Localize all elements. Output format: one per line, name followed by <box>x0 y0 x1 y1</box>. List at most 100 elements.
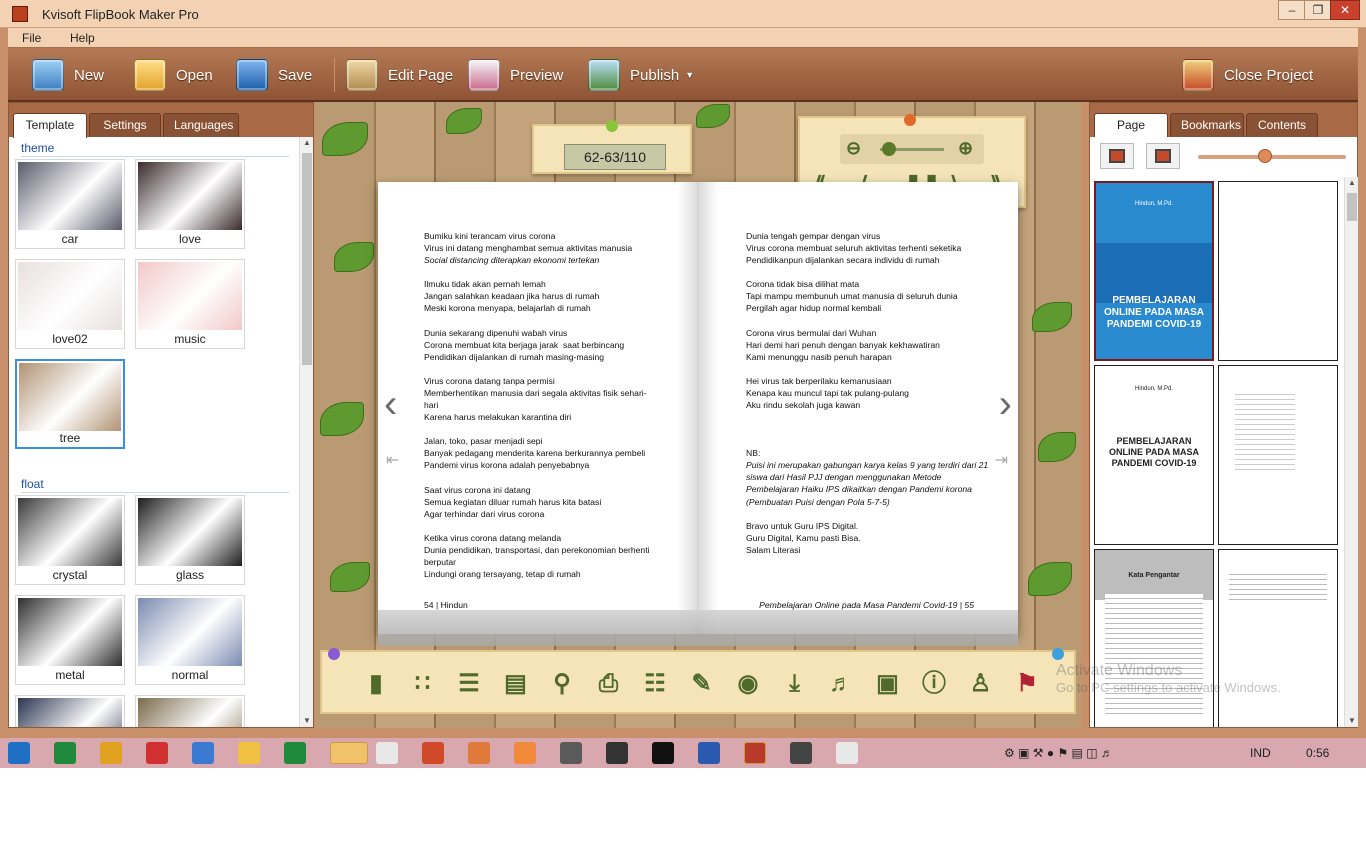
tab-template[interactable]: Template <box>13 113 87 138</box>
camera-icon[interactable] <box>652 742 674 764</box>
record-icon[interactable] <box>146 742 168 764</box>
scroll-up-icon[interactable]: ▲ <box>1345 177 1359 189</box>
page-thumb-foreword[interactable]: Kata Pengantar <box>1094 549 1214 727</box>
template-item[interactable] <box>15 695 125 727</box>
powerpoint-icon[interactable] <box>422 742 444 764</box>
capture-icon[interactable] <box>514 742 536 764</box>
contents-icon[interactable]: ☰ <box>455 670 483 698</box>
template-music[interactable]: music <box>135 259 245 349</box>
template-glass[interactable]: glass <box>135 495 245 585</box>
fullscreen-icon[interactable]: ▣ <box>874 670 902 698</box>
tab-settings[interactable]: Settings <box>89 113 161 137</box>
menu-file[interactable]: File <box>22 31 41 45</box>
minimize-button[interactable]: – <box>1278 0 1306 20</box>
tab-bookmarks[interactable]: Bookmarks <box>1170 113 1244 137</box>
paint-icon[interactable] <box>468 742 490 764</box>
window-icon[interactable] <box>192 742 214 764</box>
info-icon[interactable]: ⓘ <box>920 670 948 698</box>
book-first-page-icon[interactable]: ⇤ <box>386 450 399 470</box>
sound-icon[interactable]: ♬ <box>827 670 855 698</box>
scroll-down-icon[interactable]: ▼ <box>300 715 314 727</box>
preview-button[interactable]: Preview <box>468 56 563 94</box>
template-normal[interactable]: normal <box>135 595 245 685</box>
explorer-icon[interactable] <box>330 742 368 764</box>
language-flag-icon[interactable]: ⚑ <box>1013 670 1041 698</box>
menu-help[interactable]: Help <box>70 31 95 45</box>
focus-icon[interactable] <box>560 742 582 764</box>
save-button[interactable]: Save <box>236 56 312 94</box>
bookmark-icon[interactable]: ▮ <box>362 670 390 698</box>
page-thumb-text[interactable] <box>1218 549 1338 727</box>
scroll-down-icon[interactable]: ▼ <box>1345 715 1359 727</box>
thumbnail-scrollbar[interactable]: ▲ ▼ <box>1344 177 1358 727</box>
thumbnails-icon[interactable]: ∷ <box>409 670 437 698</box>
file-icon[interactable] <box>238 742 260 764</box>
excel-green-icon[interactable] <box>54 742 76 764</box>
scroll-up-icon[interactable]: ▲ <box>300 137 314 149</box>
text-lines <box>1229 570 1327 600</box>
zoom-in-icon[interactable]: ⊕ <box>958 137 973 159</box>
start-icon[interactable] <box>8 742 30 764</box>
scroll-thumb[interactable] <box>1347 193 1357 221</box>
page-thumb-title[interactable]: Hindun, M.Pd. PEMBELAJARAN ONLINE PADA M… <box>1094 365 1214 545</box>
chrome2-icon[interactable] <box>836 742 858 764</box>
chrome-icon[interactable] <box>376 742 398 764</box>
text-icon[interactable]: ☷ <box>641 670 669 698</box>
template-scrollbar[interactable]: ▲ ▼ <box>299 137 313 727</box>
close-project-button[interactable]: Close Project <box>1182 56 1313 94</box>
poem-line: Hari demi hari penuh dengan banyak kekha… <box>746 339 940 350</box>
publish-dropdown-icon[interactable]: ▼ <box>685 70 694 80</box>
pages-panel: Page Bookmarks Contents Hindun, M.Pd. PE… <box>1089 102 1358 728</box>
page-thumb-blank[interactable] <box>1218 181 1338 361</box>
tray-icons[interactable]: ⚙ ▣ ⚒ ● ⚑ ▤ ◫ ♬ <box>1004 746 1113 760</box>
zoom-out-icon[interactable]: ⊖ <box>846 137 861 159</box>
template-crystal[interactable]: crystal <box>15 495 125 585</box>
page-thumb-text[interactable] <box>1218 365 1338 545</box>
search-icon[interactable]: ⚲ <box>548 670 576 698</box>
tab-languages[interactable]: Languages <box>163 113 239 137</box>
save-disk-icon <box>236 59 268 91</box>
page-number-display[interactable]: 62-63/110 <box>564 144 666 170</box>
template-love02[interactable]: love02 <box>15 259 125 349</box>
download-icon[interactable]: ⤓ <box>781 670 809 698</box>
excel-icon[interactable] <box>284 742 306 764</box>
monitor-icon[interactable] <box>606 742 628 764</box>
page-thumb-cover[interactable]: Hindun, M.Pd. PEMBELAJARAN ONLINE PADA M… <box>1094 181 1214 361</box>
zoom-slider-knob[interactable] <box>882 142 896 156</box>
tab-contents[interactable]: Contents <box>1246 113 1318 137</box>
template-metal[interactable]: metal <box>15 595 125 685</box>
template-car[interactable]: car <box>15 159 125 249</box>
template-tree[interactable]: tree <box>15 359 125 449</box>
flipbook-icon[interactable] <box>744 742 766 764</box>
maximize-button[interactable]: ❐ <box>1304 0 1332 20</box>
scroll-thumb[interactable] <box>302 153 312 365</box>
word-icon[interactable] <box>698 742 720 764</box>
thumbnail-size-slider[interactable] <box>1198 149 1346 163</box>
video-icon[interactable] <box>790 742 812 764</box>
clock[interactable]: 0:56 <box>1306 746 1329 760</box>
book-next-arrow-icon[interactable]: › <box>999 382 1012 427</box>
poem-line: Ketika virus corona datang melanda <box>424 532 562 543</box>
book-last-page-icon[interactable]: ⇥ <box>995 450 1008 470</box>
input-language[interactable]: IND <box>1250 746 1271 760</box>
publish-button[interactable]: Publish ▼ <box>588 56 694 94</box>
tab-page[interactable]: Page <box>1094 113 1168 138</box>
delete-page-button[interactable] <box>1146 143 1180 169</box>
close-window-button[interactable]: ✕ <box>1330 0 1360 20</box>
auto-flip-icon[interactable]: ♙ <box>967 670 995 698</box>
annotate-icon[interactable]: ✎ <box>688 670 716 698</box>
edit-page-button[interactable]: Edit Page <box>346 56 453 94</box>
left-tab-bar: Template Settings Languages <box>9 103 313 138</box>
template-love[interactable]: love <box>135 159 245 249</box>
slider-knob[interactable] <box>1258 149 1272 163</box>
print-icon[interactable]: ⎙ <box>595 670 623 698</box>
book-prev-arrow-icon[interactable]: ‹ <box>384 382 397 427</box>
template-item[interactable] <box>135 695 245 727</box>
library-icon[interactable]: ▤ <box>502 670 530 698</box>
media-icon[interactable] <box>100 742 122 764</box>
share-icon[interactable]: ◉ <box>734 670 762 698</box>
insert-page-button[interactable] <box>1100 143 1134 169</box>
open-button[interactable]: Open <box>134 56 213 94</box>
zoom-slider[interactable] <box>880 142 944 156</box>
new-button[interactable]: New <box>32 56 104 94</box>
